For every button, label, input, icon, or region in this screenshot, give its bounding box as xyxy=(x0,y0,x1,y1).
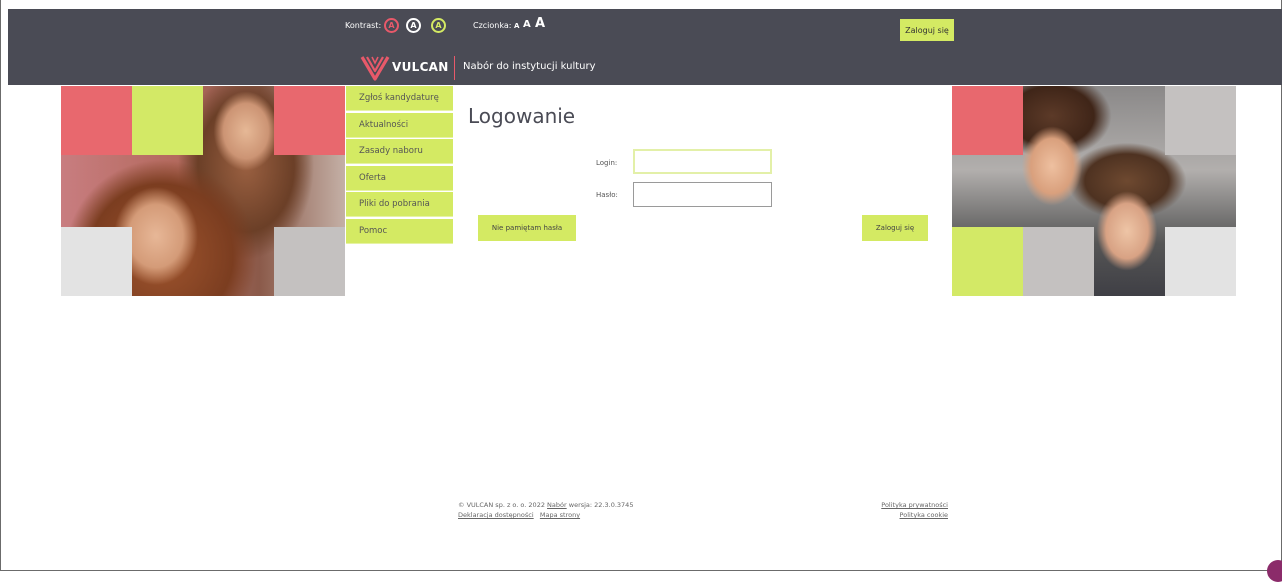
mosaic-tile-grey xyxy=(274,227,345,296)
menu-item-help[interactable]: Pomoc xyxy=(346,218,453,244)
mosaic-tile-lime xyxy=(132,86,203,155)
page-title: Logowanie xyxy=(468,104,576,128)
mosaic-tile-grey xyxy=(1165,86,1236,155)
brand-divider xyxy=(454,56,455,80)
mosaic-tile-grey xyxy=(1023,227,1094,296)
menu-item-submit-candidacy[interactable]: Zgłoś kandydaturę xyxy=(346,86,453,111)
footer-links-line: Deklaracja dostępności Mapa strony xyxy=(458,510,633,520)
footer-copyright-line: © VULCAN sp. z o. o. 2022 Nabór wersja: … xyxy=(458,500,633,510)
login-input[interactable] xyxy=(633,149,772,174)
contrast-yellow-button[interactable]: A xyxy=(431,18,446,33)
mosaic-tile-red xyxy=(61,86,132,155)
header-login-button[interactable]: Zaloguj się xyxy=(900,19,954,41)
footer-left: © VULCAN sp. z o. o. 2022 Nabór wersja: … xyxy=(458,500,633,520)
accessibility-declaration-link[interactable]: Deklaracja dostępności xyxy=(458,511,534,519)
contrast-white-button[interactable]: A xyxy=(406,18,421,33)
footer-right: Polityka prywatności Polityka cookie xyxy=(836,500,948,520)
password-label: Hasło: xyxy=(596,191,618,199)
login-label: Login: xyxy=(596,159,618,167)
hero-image-right xyxy=(952,86,1236,296)
contrast-default-button[interactable]: A xyxy=(384,18,399,33)
menu-item-downloads[interactable]: Pliki do pobrania xyxy=(346,192,453,217)
app-title: Nabór do instytucji kultury xyxy=(463,61,596,72)
menu-item-rules[interactable]: Zasady naboru xyxy=(346,139,453,164)
password-input[interactable] xyxy=(633,182,772,207)
brand-bar: VULCAN Nabór do instytucji kultury xyxy=(8,49,1282,85)
top-bar: Kontrast: A A A Czcionka: A A A Zaloguj … xyxy=(8,9,1282,85)
font-small-button[interactable]: A xyxy=(514,22,519,30)
mosaic-tile-red xyxy=(274,86,345,155)
mosaic-tile-grey xyxy=(61,227,132,296)
contrast-label: Kontrast: xyxy=(345,21,382,30)
logo-text[interactable]: VULCAN xyxy=(392,60,449,74)
mosaic-tile-grey xyxy=(1165,227,1236,296)
sitemap-link[interactable]: Mapa strony xyxy=(540,511,580,519)
font-medium-button[interactable]: A xyxy=(523,19,531,30)
forgot-password-button[interactable]: Nie pamiętam hasła xyxy=(478,215,576,241)
cookie-policy-link[interactable]: Polityka cookie xyxy=(900,511,948,519)
privacy-policy-link[interactable]: Polityka prywatności xyxy=(881,501,948,509)
hero-image-left xyxy=(61,86,345,296)
main-menu: Zgłoś kandydaturę Aktualności Zasady nab… xyxy=(346,86,453,245)
mosaic-tile-red xyxy=(952,86,1023,155)
vulcan-logo-icon[interactable] xyxy=(360,54,390,81)
font-size-label: Czcionka: xyxy=(473,21,512,30)
menu-item-news[interactable]: Aktualności xyxy=(346,112,453,138)
copyright-text: © VULCAN sp. z o. o. 2022 xyxy=(458,501,545,509)
nabor-link[interactable]: Nabór xyxy=(547,501,567,509)
mosaic-tile-lime xyxy=(952,227,1023,296)
help-chat-icon[interactable] xyxy=(1267,560,1282,582)
login-submit-button[interactable]: Zaloguj się xyxy=(862,215,928,241)
font-large-button[interactable]: A xyxy=(535,16,545,31)
accessibility-toolbar: Kontrast: A A A Czcionka: A A A Zaloguj … xyxy=(8,9,1282,49)
version-text: wersja: 22.3.0.3745 xyxy=(568,501,634,509)
menu-item-offer[interactable]: Oferta xyxy=(346,165,453,191)
